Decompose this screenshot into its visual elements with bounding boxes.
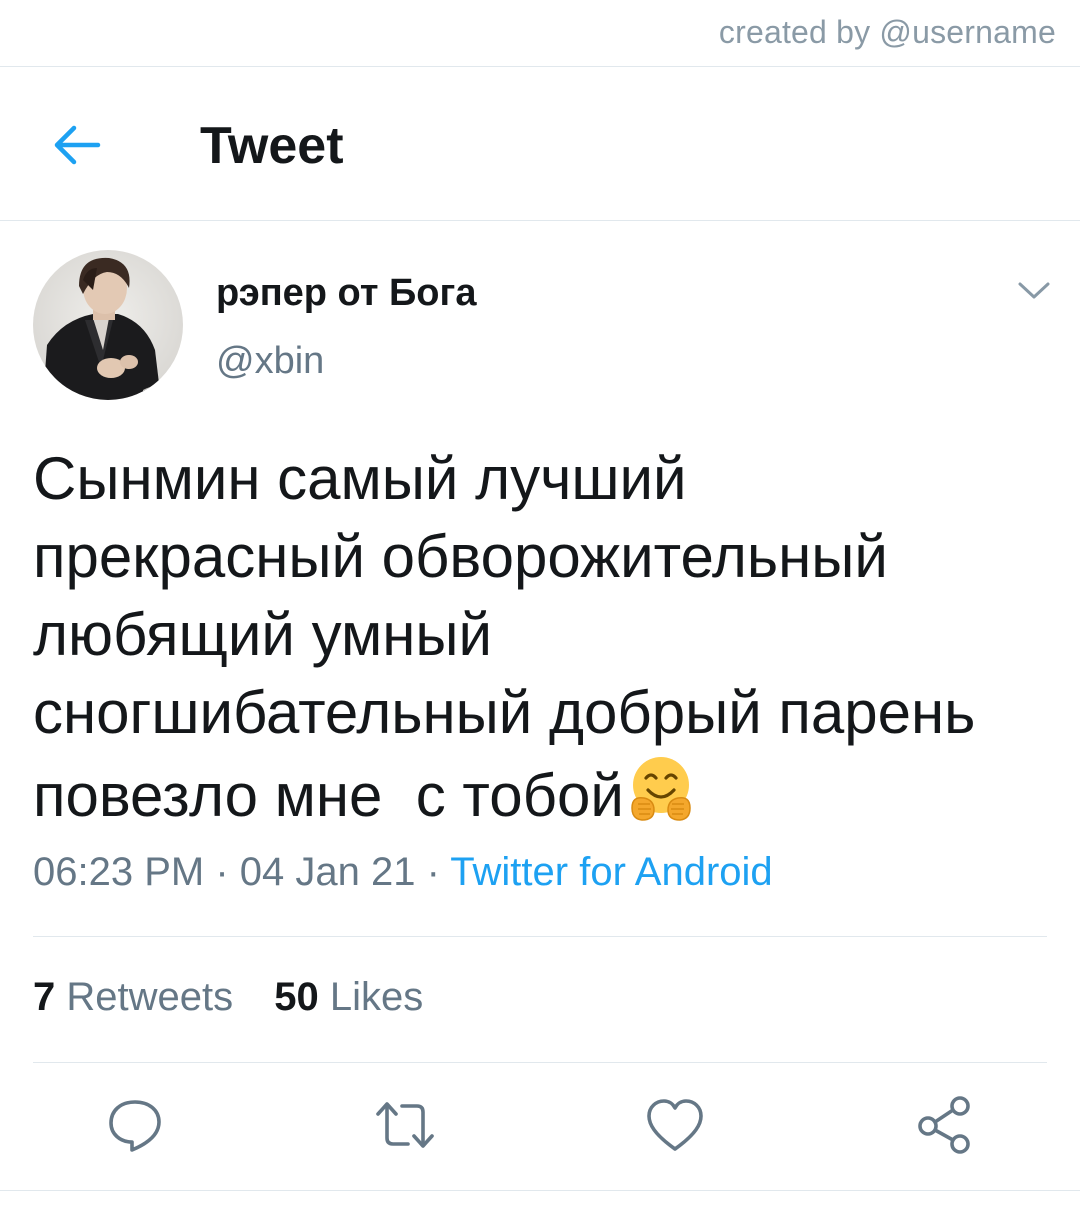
retweets-count: 7 xyxy=(33,975,56,1019)
retweet-button[interactable] xyxy=(370,1090,440,1160)
retweets-stat[interactable]: 7 Retweets xyxy=(33,975,233,1019)
hugging-face-emoji-icon xyxy=(631,757,691,821)
tweet-text-line-last: повезло мне с тобой xyxy=(33,752,1053,835)
meta-separator: · xyxy=(415,850,451,894)
tweet-text-line: сногшибательный добрый парень xyxy=(33,679,976,746)
retweets-label: Retweets xyxy=(66,975,234,1019)
share-icon xyxy=(918,1096,970,1154)
tweet-meta: 06:23 PM · 04 Jan 21 · Twitter for Andro… xyxy=(33,850,773,895)
tweet-text-line: прекрасный обворожительный xyxy=(33,523,888,590)
tweet-time: 06:23 PM xyxy=(33,850,205,894)
back-button[interactable] xyxy=(48,120,108,170)
divider-top xyxy=(0,66,1080,67)
arrow-left-icon xyxy=(54,125,101,165)
divider-stats xyxy=(33,1062,1047,1063)
header-bar: Tweet xyxy=(0,68,1080,220)
retweet-icon xyxy=(376,1102,434,1148)
like-button[interactable] xyxy=(640,1090,710,1160)
meta-separator: · xyxy=(204,850,240,894)
tweet-text-line: Сынмин самый лучший xyxy=(33,445,687,512)
tweet-menu-button[interactable] xyxy=(1014,276,1054,306)
reply-button[interactable] xyxy=(100,1090,170,1160)
likes-count: 50 xyxy=(274,975,319,1019)
chevron-down-icon xyxy=(1018,282,1050,299)
avatar[interactable] xyxy=(33,250,183,400)
like-icon xyxy=(647,1099,703,1151)
tweet-text: Сынмин самый лучший прекрасный обворожит… xyxy=(33,440,1053,835)
page-title: Tweet xyxy=(200,117,344,175)
share-button[interactable] xyxy=(910,1090,980,1160)
divider-header xyxy=(0,220,1080,221)
display-name[interactable]: рэпер от Бога xyxy=(216,272,476,315)
divider-meta xyxy=(33,936,1047,937)
watermark: created by @username xyxy=(718,14,1056,50)
likes-stat[interactable]: 50 Likes xyxy=(274,975,423,1019)
divider-bottom xyxy=(0,1190,1080,1191)
likes-label: Likes xyxy=(329,975,424,1019)
tweet-text-line: любящий умный xyxy=(33,601,492,668)
tweet-source-link[interactable]: Twitter for Android xyxy=(450,850,772,894)
reply-icon xyxy=(109,1100,161,1152)
user-handle[interactable]: @xbin xyxy=(216,340,324,383)
avatar-image xyxy=(33,250,183,400)
tweet-text-line: повезло мне с тобой xyxy=(33,762,624,829)
tweet-stats: 7 Retweets 50 Likes xyxy=(33,975,423,1020)
tweet-date: 04 Jan 21 xyxy=(239,850,416,894)
action-bar xyxy=(0,1090,1080,1160)
